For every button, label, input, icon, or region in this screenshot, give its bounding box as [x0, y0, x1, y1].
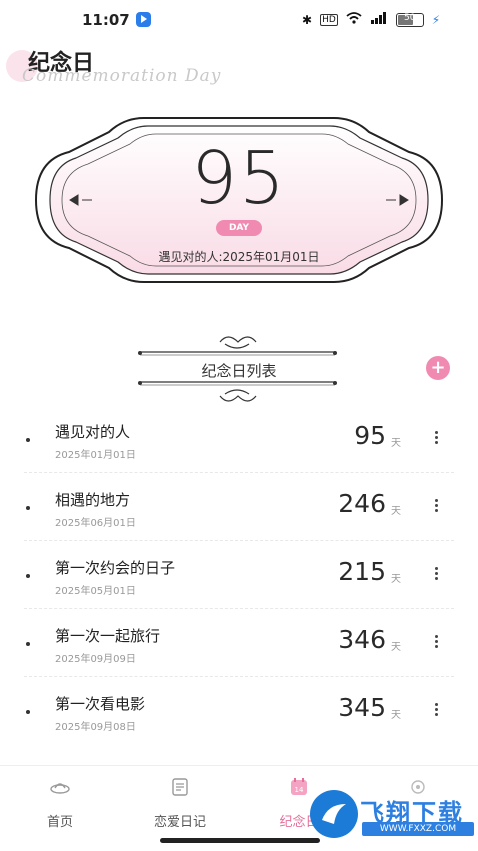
watermark-logo-icon — [310, 790, 358, 838]
anniversary-name: 第一次看电影 — [55, 695, 146, 713]
anniversary-name: 第一次约会的日子 — [55, 559, 176, 577]
calendar-icon: 14 — [291, 778, 307, 795]
list-item[interactable]: 第一次看电影 2025年09月08日 345 天 — [0, 677, 478, 745]
days-unit: 天 — [391, 438, 401, 449]
watermark: 飞翔下载 WWW.FXXZ.COM — [310, 790, 474, 838]
status-time: 11:07 — [82, 11, 130, 29]
more-options-icon[interactable] — [430, 497, 442, 517]
days-unit: 天 — [391, 710, 401, 721]
anniversary-date: 2025年01月01日 — [55, 450, 136, 461]
anniversary-days: 345 — [338, 693, 386, 722]
system-icons: ✱ HD 50 ⚡ — [302, 12, 440, 27]
list-item[interactable]: 相遇的地方 2025年06月01日 246 天 — [0, 473, 478, 541]
more-options-icon[interactable] — [430, 565, 442, 585]
tab-diary[interactable]: 恋爱日记 — [125, 766, 235, 836]
home-indicator — [160, 838, 320, 843]
bullet-icon — [26, 642, 30, 646]
charging-icon: ⚡ — [431, 12, 441, 27]
tab-home[interactable]: 首页 — [5, 766, 115, 836]
anniversary-days: 215 — [338, 557, 386, 586]
more-options-icon[interactable] — [430, 429, 442, 449]
anniversary-days: 346 — [338, 625, 386, 654]
anniversary-date: 2025年09月09日 — [55, 654, 136, 665]
list-item[interactable]: 遇见对的人 2025年01月01日 95 天 — [0, 405, 478, 473]
anniversary-date: 2025年06月01日 — [55, 518, 136, 529]
status-bar: 11:07 ✱ HD 50 ⚡ — [0, 0, 478, 40]
tab-home-label: 首页 — [46, 815, 73, 830]
home-icon — [50, 783, 70, 794]
diary-icon — [172, 778, 188, 796]
anniversary-date: 2025年09月08日 — [55, 722, 136, 733]
bullet-icon — [26, 710, 30, 714]
bluetooth-icon: ✱ — [302, 12, 313, 27]
days-unit: 天 — [391, 506, 401, 517]
anniversary-name: 遇见对的人 — [55, 423, 131, 441]
tab-diary-label: 恋爱日记 — [153, 815, 206, 830]
featured-anniversary: 遇见对的人:2025年01月01日 — [158, 250, 320, 264]
anniversary-days: 95 — [354, 421, 386, 450]
svg-text:14: 14 — [295, 786, 304, 794]
anniversary-name: 相遇的地方 — [55, 491, 131, 509]
hd-icon: HD — [320, 13, 338, 26]
anniversary-list: 遇见对的人 2025年01月01日 95 天 相遇的地方 2025年06月01日… — [0, 405, 478, 745]
more-options-icon[interactable] — [430, 701, 442, 721]
days-unit: 天 — [391, 574, 401, 585]
anniversary-name: 第一次一起旅行 — [55, 627, 161, 645]
add-anniversary-button[interactable]: + — [426, 356, 450, 380]
bullet-icon — [26, 438, 30, 442]
signal-icon — [370, 12, 388, 27]
more-options-icon[interactable] — [430, 633, 442, 653]
app-notification-icon — [136, 12, 151, 27]
watermark-url: WWW.FXXZ.COM — [362, 822, 474, 836]
days-counter: 95 — [191, 136, 287, 220]
wifi-icon — [346, 12, 362, 27]
battery-icon: 50 — [395, 12, 424, 27]
anniversary-days: 246 — [338, 489, 386, 518]
day-badge: DAY — [216, 220, 262, 236]
list-item[interactable]: 第一次约会的日子 2025年05月01日 215 天 — [0, 541, 478, 609]
bullet-icon — [26, 506, 30, 510]
page-subtitle: Commemoration Day — [22, 66, 222, 86]
anniversary-date: 2025年05月01日 — [55, 586, 136, 597]
list-item[interactable]: 第一次一起旅行 2025年09月09日 346 天 — [0, 609, 478, 677]
days-unit: 天 — [391, 642, 401, 653]
list-title: 纪念日列表 — [201, 362, 277, 380]
bullet-icon — [26, 574, 30, 578]
